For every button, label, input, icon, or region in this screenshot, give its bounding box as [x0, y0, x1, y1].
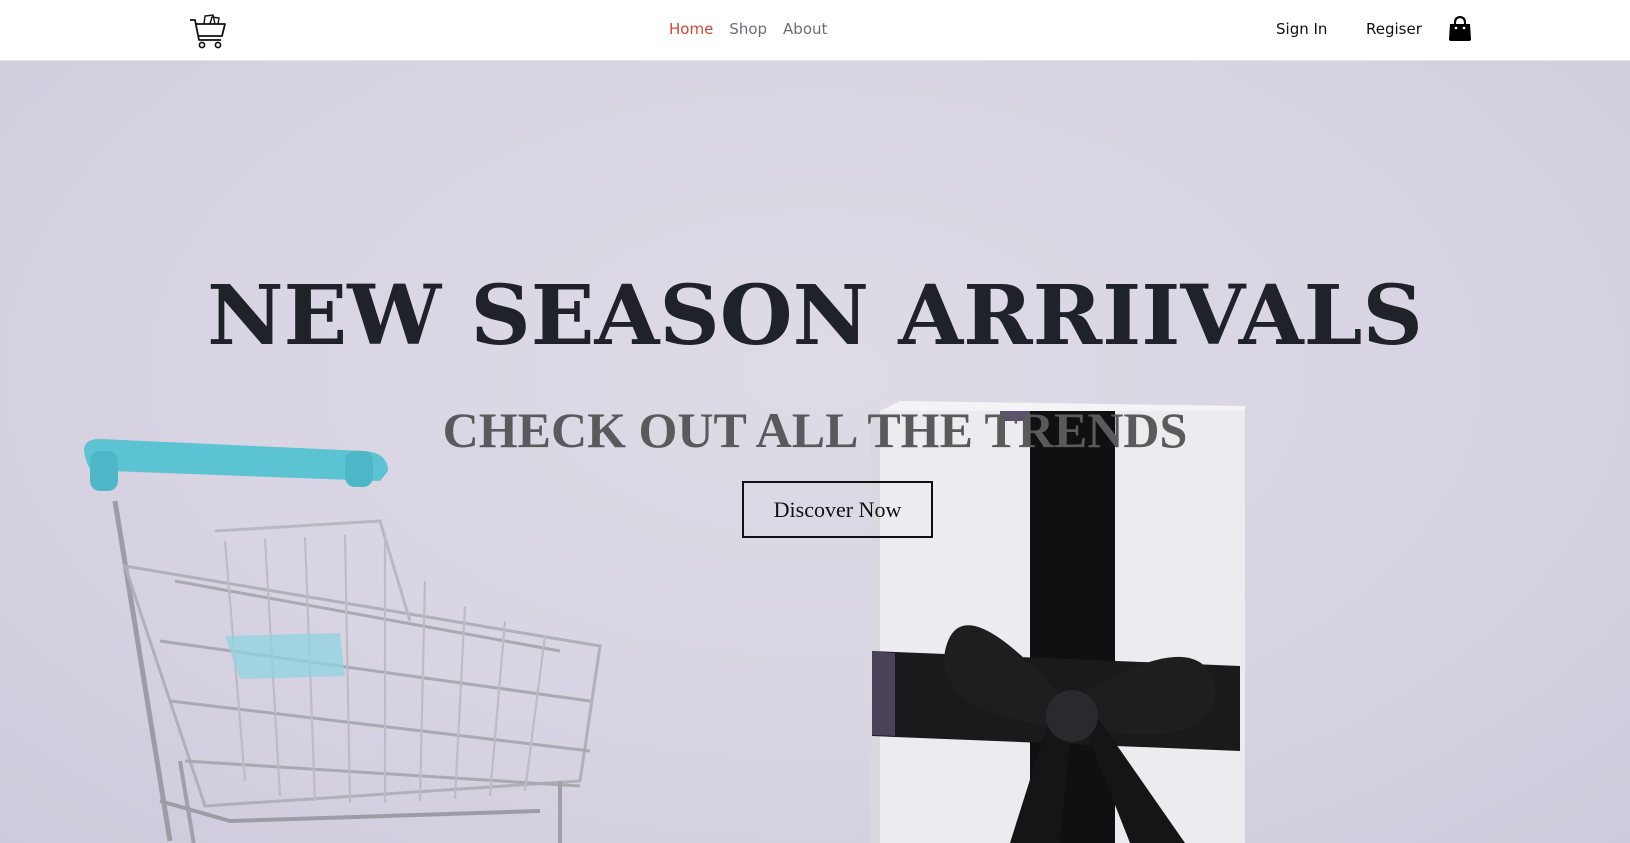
register-link[interactable]: Regiser — [1366, 20, 1422, 38]
nav-link-about[interactable]: About — [783, 20, 827, 38]
discover-now-button[interactable]: Discover Now — [742, 481, 933, 538]
nav-link-home[interactable]: Home — [669, 20, 713, 38]
hero-banner: NEW SEASON ARRIIVALS CHECK OUT ALL THE T… — [0, 61, 1630, 843]
nav-link-shop[interactable]: Shop — [729, 20, 767, 38]
gift-box-illustration — [870, 401, 1245, 843]
hero-subtitle: CHECK OUT ALL THE TRENDS — [442, 402, 1188, 458]
shopping-cart-illustration — [112, 500, 602, 843]
hero-title: NEW SEASON ARRIIVALS — [207, 268, 1423, 364]
shopping-cart-icon[interactable] — [188, 12, 228, 50]
shopping-bag-icon[interactable] — [1448, 16, 1472, 42]
sign-in-link[interactable]: Sign In — [1276, 20, 1327, 38]
navbar: Home Shop About Sign In Regiser — [0, 0, 1630, 61]
main-nav: Home Shop About — [669, 20, 827, 38]
